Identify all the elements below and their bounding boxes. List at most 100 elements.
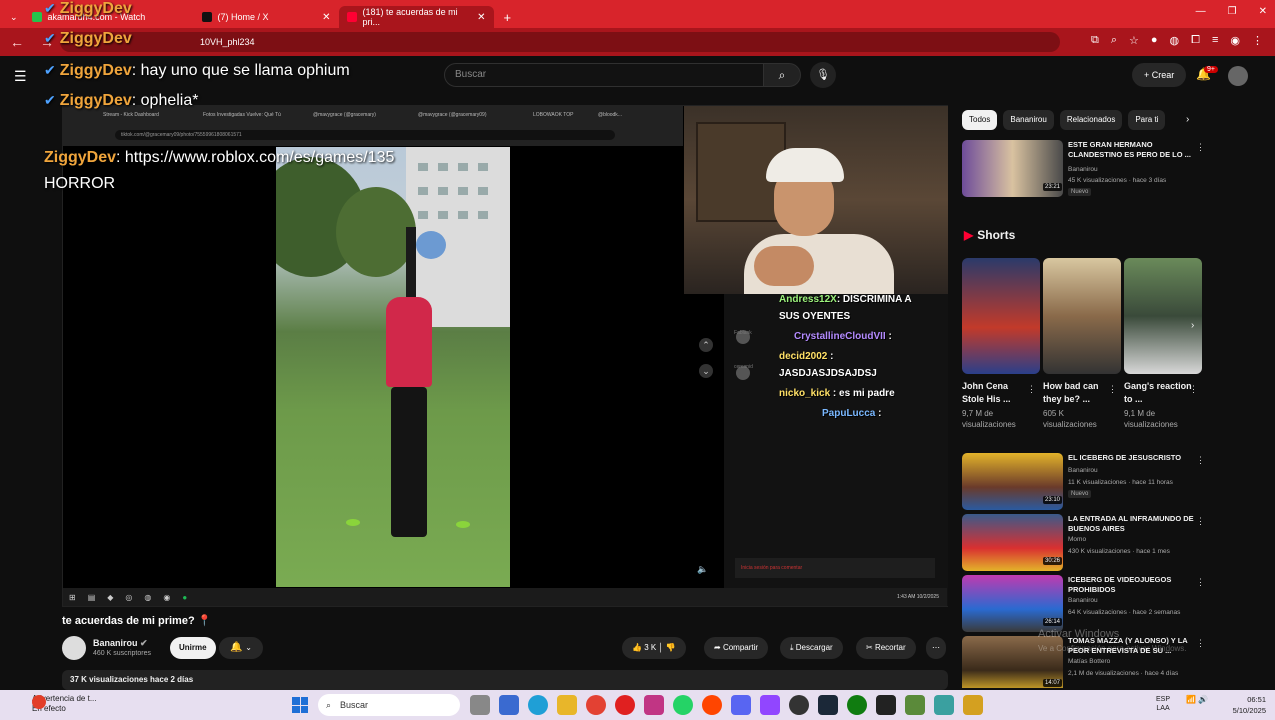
kebab-menu-icon[interactable]: ⋮ (1189, 384, 1198, 395)
download-icon: ⤓ (790, 643, 794, 652)
steam-icon[interactable] (818, 695, 838, 715)
chat-input[interactable]: Inicia sesión para comentar (735, 558, 935, 578)
obs-icon[interactable] (789, 695, 809, 715)
chevron-right-icon[interactable]: › (1186, 114, 1189, 125)
kebab-menu-icon[interactable]: ⋮ (1108, 384, 1117, 395)
tab-list-icon[interactable]: ⌄ (10, 12, 18, 23)
extension-icon[interactable]: ◍ (1170, 34, 1180, 47)
chevron-down-icon[interactable]: ⌄ (699, 364, 713, 378)
download-button[interactable]: ⤓ Descargar (780, 637, 843, 659)
short-thumbnail[interactable] (1043, 258, 1121, 374)
install-icon[interactable]: ⧉ (1091, 34, 1099, 47)
account-avatar[interactable] (1228, 66, 1248, 86)
download-label: Descargar (795, 643, 833, 652)
url-input[interactable]: 10VH_phl234 (60, 32, 1060, 52)
chat-text: : es mi padre (830, 388, 895, 399)
chip-relacionados[interactable]: Relacionados (1059, 110, 1123, 130)
recommended-video[interactable]: 23:21 Este GRAN HERMANO CLANDESTINO es P… (962, 140, 1205, 198)
reddit-icon[interactable] (702, 695, 722, 715)
maximize-icon[interactable]: ❐ (1228, 6, 1237, 17)
profile-icon[interactable]: ◉ (1230, 34, 1240, 47)
chrome-icon[interactable] (586, 695, 606, 715)
description-box[interactable]: 37 K visualizaciones hace 2 días (62, 670, 948, 690)
new-tab-icon[interactable]: + (504, 10, 512, 25)
twitch-icon[interactable] (760, 695, 780, 715)
kebab-menu-icon[interactable]: ⋮ (1252, 34, 1263, 47)
app-icon[interactable] (963, 695, 983, 715)
chat-user: ZiggyDev (59, 62, 132, 79)
create-label: Crear (1151, 70, 1175, 80)
kebab-menu-icon[interactable]: ⋮ (1196, 142, 1205, 153)
clip-button[interactable]: ✂ Recortar (856, 637, 916, 659)
tab-youtube[interactable]: (181) te acuerdas de mi pri... ✕ (338, 6, 494, 28)
channel-name: Bananirou (1068, 166, 1098, 173)
taskbar-search-input[interactable]: ⌕ Buscar (318, 694, 460, 716)
recommended-video[interactable]: 23:10 EL ICEBERG DE JESUSCRISTO Bananiro… (962, 453, 1205, 511)
video-player[interactable]: Stream - Kick Dashboard Fotos Investigad… (62, 105, 948, 607)
mic-button[interactable]: 🎙 (810, 62, 836, 88)
chevron-up-icon[interactable]: ⌃ (699, 338, 713, 352)
inner-tab: @bloodk... (598, 112, 622, 118)
bookmark-star-icon[interactable]: ☆ (1129, 34, 1139, 47)
close-icon[interactable]: ✕ (469, 12, 485, 23)
store-icon[interactable] (499, 695, 519, 715)
warning-notification[interactable]: Advertencia de t... En efecto (12, 694, 96, 714)
join-button[interactable]: Unirme (170, 637, 216, 659)
notification-bell-button[interactable]: 🔔 ⌄ (219, 637, 263, 659)
tab-x-home[interactable]: (7) Home / X ✕ (194, 6, 339, 28)
like-button[interactable]: 👍 3 K │ 👎 (622, 637, 686, 659)
discord-icon[interactable] (731, 695, 751, 715)
recommended-video[interactable]: 30:26 LA ENTRADA AL INFRAMUNDO DE BUENOS… (962, 514, 1205, 572)
language-indicator[interactable]: ESP LAA (1156, 695, 1170, 713)
windows-icon: ⊞ (69, 592, 76, 602)
chip-todos[interactable]: Todos (962, 110, 998, 130)
kebab-menu-icon[interactable]: ⋮ (1196, 516, 1205, 527)
file-explorer-icon[interactable] (557, 695, 577, 715)
xbox-icon[interactable] (847, 695, 867, 715)
extensions: ⧉ ⌕ ☆ ● ◍ ⧠ ≡ ◉ ⋮ (1091, 34, 1263, 47)
record-icon[interactable]: ● (1151, 34, 1158, 47)
chip-bananirou[interactable]: Bananirou (1003, 110, 1054, 130)
minecraft-icon[interactable] (905, 695, 925, 715)
kebab-menu-icon[interactable]: ⋮ (1196, 638, 1202, 649)
riot-icon[interactable] (934, 695, 954, 715)
chevron-right-icon[interactable]: › (1191, 320, 1194, 331)
inner-tab: Stream - Kick Dashboard (103, 112, 159, 118)
task-view-icon[interactable] (470, 695, 490, 715)
edge-icon[interactable] (528, 695, 548, 715)
whatsapp-icon[interactable] (673, 695, 693, 715)
recommended-video[interactable]: 26:14 ICEBERG DE VIDEOJUEGOS PROHIBIDOS … (962, 575, 1205, 633)
zoom-icon[interactable]: ⌕ (1111, 34, 1117, 47)
search-button[interactable]: ⌕ (763, 63, 801, 87)
channel-name[interactable]: Bananirou ✔ (93, 638, 148, 649)
back-icon[interactable]: ← (10, 34, 30, 50)
system-tray[interactable]: 📶 🔊 (1186, 695, 1208, 705)
short-thumbnail[interactable] (962, 258, 1040, 374)
minimize-icon[interactable]: — (1196, 6, 1206, 17)
kebab-menu-icon[interactable]: ⋮ (1027, 384, 1036, 395)
search-input[interactable]: Buscar (444, 63, 764, 87)
close-icon[interactable]: ✕ (314, 12, 330, 23)
dislike-icon[interactable]: │ 👎 (658, 643, 675, 652)
close-window-icon[interactable]: ✕ (1259, 6, 1267, 17)
youtube-app-icon[interactable] (615, 695, 635, 715)
chip-para-ti[interactable]: Para ti (1128, 110, 1166, 130)
filter-chips: Todos Bananirou Relacionados Para ti (962, 110, 1166, 130)
short-thumbnail[interactable] (1124, 258, 1202, 374)
volume-icon[interactable]: 🔈 (697, 564, 708, 575)
puzzle-icon[interactable]: ⧠ (1191, 34, 1200, 47)
hamburger-icon[interactable]: ☰ (14, 68, 27, 85)
taskbar-clock[interactable]: 06:51 5/10/2025 (1222, 694, 1266, 716)
share-button[interactable]: ➦ Compartir (704, 637, 769, 659)
windows-start-icon[interactable] (292, 697, 308, 713)
app-icon: ◆ (107, 592, 114, 602)
instagram-icon[interactable] (644, 695, 664, 715)
kebab-menu-icon[interactable]: ⋮ (1196, 577, 1205, 588)
media-icon[interactable]: ≡ (1212, 34, 1218, 47)
channel-avatar[interactable] (62, 636, 86, 660)
more-actions-button[interactable]: ⋯ (926, 637, 946, 659)
create-button[interactable]: + Crear (1132, 63, 1187, 87)
verified-check-icon: ✔ (44, 62, 56, 78)
epic-games-icon[interactable] (876, 695, 896, 715)
kebab-menu-icon[interactable]: ⋮ (1196, 455, 1205, 466)
